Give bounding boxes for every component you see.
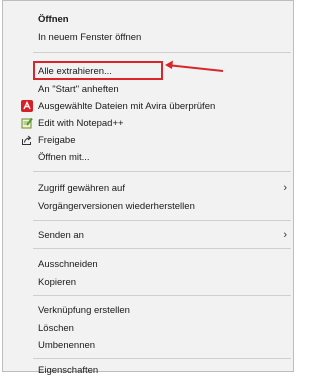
- menu-item-label: Öffnen mit...: [38, 151, 90, 163]
- share-icon: [21, 134, 33, 146]
- menu-item-pin-start[interactable]: An "Start" anheften: [3, 80, 293, 98]
- menu-separator: [33, 248, 291, 249]
- menu-item-grant-access[interactable]: Zugriff gewähren auf ›: [3, 179, 293, 197]
- menu-item-delete[interactable]: Löschen: [3, 319, 293, 337]
- menu-item-label: Freigabe: [38, 134, 76, 146]
- menu-item-send-to[interactable]: Senden an ›: [3, 226, 293, 244]
- notepadpp-icon: [21, 117, 33, 129]
- menu-item-copy[interactable]: Kopieren: [3, 273, 293, 291]
- menu-item-label: Edit with Notepad++: [38, 117, 124, 129]
- menu-item-edit-notepad[interactable]: Edit with Notepad++: [3, 114, 293, 132]
- menu-separator: [33, 220, 291, 221]
- context-menu: Öffnen In neuem Fenster öffnen Alle extr…: [2, 0, 294, 376]
- menu-item-avira-scan[interactable]: Ausgewählte Dateien mit Avira überprüfen: [3, 97, 293, 115]
- menu-item-properties[interactable]: Eigenschaften: [3, 361, 293, 379]
- menu-item-label: Vorgängerversionen wiederherstellen: [38, 200, 195, 212]
- menu-item-label: An "Start" anheften: [38, 83, 119, 95]
- menu-separator: [33, 295, 291, 296]
- menu-item-label: Ausgewählte Dateien mit Avira überprüfen: [38, 100, 216, 112]
- chevron-right-icon: ›: [283, 229, 287, 241]
- chevron-right-icon: ›: [283, 182, 287, 194]
- menu-item-label: Zugriff gewähren auf: [38, 182, 125, 194]
- menu-item-label: Ausschneiden: [38, 258, 98, 270]
- menu-item-restore-versions[interactable]: Vorgängerversionen wiederherstellen: [3, 197, 293, 215]
- menu-item-open[interactable]: Öffnen: [3, 10, 293, 28]
- menu-item-label: Kopieren: [38, 276, 77, 288]
- menu-item-label: In neuem Fenster öffnen: [38, 31, 142, 43]
- menu-item-label: Löschen: [38, 322, 74, 334]
- menu-separator: [33, 358, 291, 359]
- menu-separator: [33, 52, 291, 53]
- highlight-annotation-box: [33, 61, 163, 80]
- avira-icon: [21, 100, 33, 112]
- menu-item-label: Verknüpfung erstellen: [38, 304, 130, 316]
- menu-item-create-shortcut[interactable]: Verknüpfung erstellen: [3, 301, 293, 319]
- menu-item-label: Öffnen: [38, 13, 69, 25]
- menu-item-share[interactable]: Freigabe: [3, 131, 293, 149]
- menu-separator: [33, 171, 291, 172]
- menu-item-label: Umbenennen: [38, 339, 96, 351]
- menu-item-label: Senden an: [38, 229, 84, 241]
- menu-item-rename[interactable]: Umbenennen: [3, 336, 293, 354]
- menu-item-open-new-window[interactable]: In neuem Fenster öffnen: [3, 28, 293, 46]
- red-arrow-icon: [165, 60, 224, 72]
- menu-item-cut[interactable]: Ausschneiden: [3, 255, 293, 273]
- menu-item-open-with[interactable]: Öffnen mit...: [3, 148, 293, 166]
